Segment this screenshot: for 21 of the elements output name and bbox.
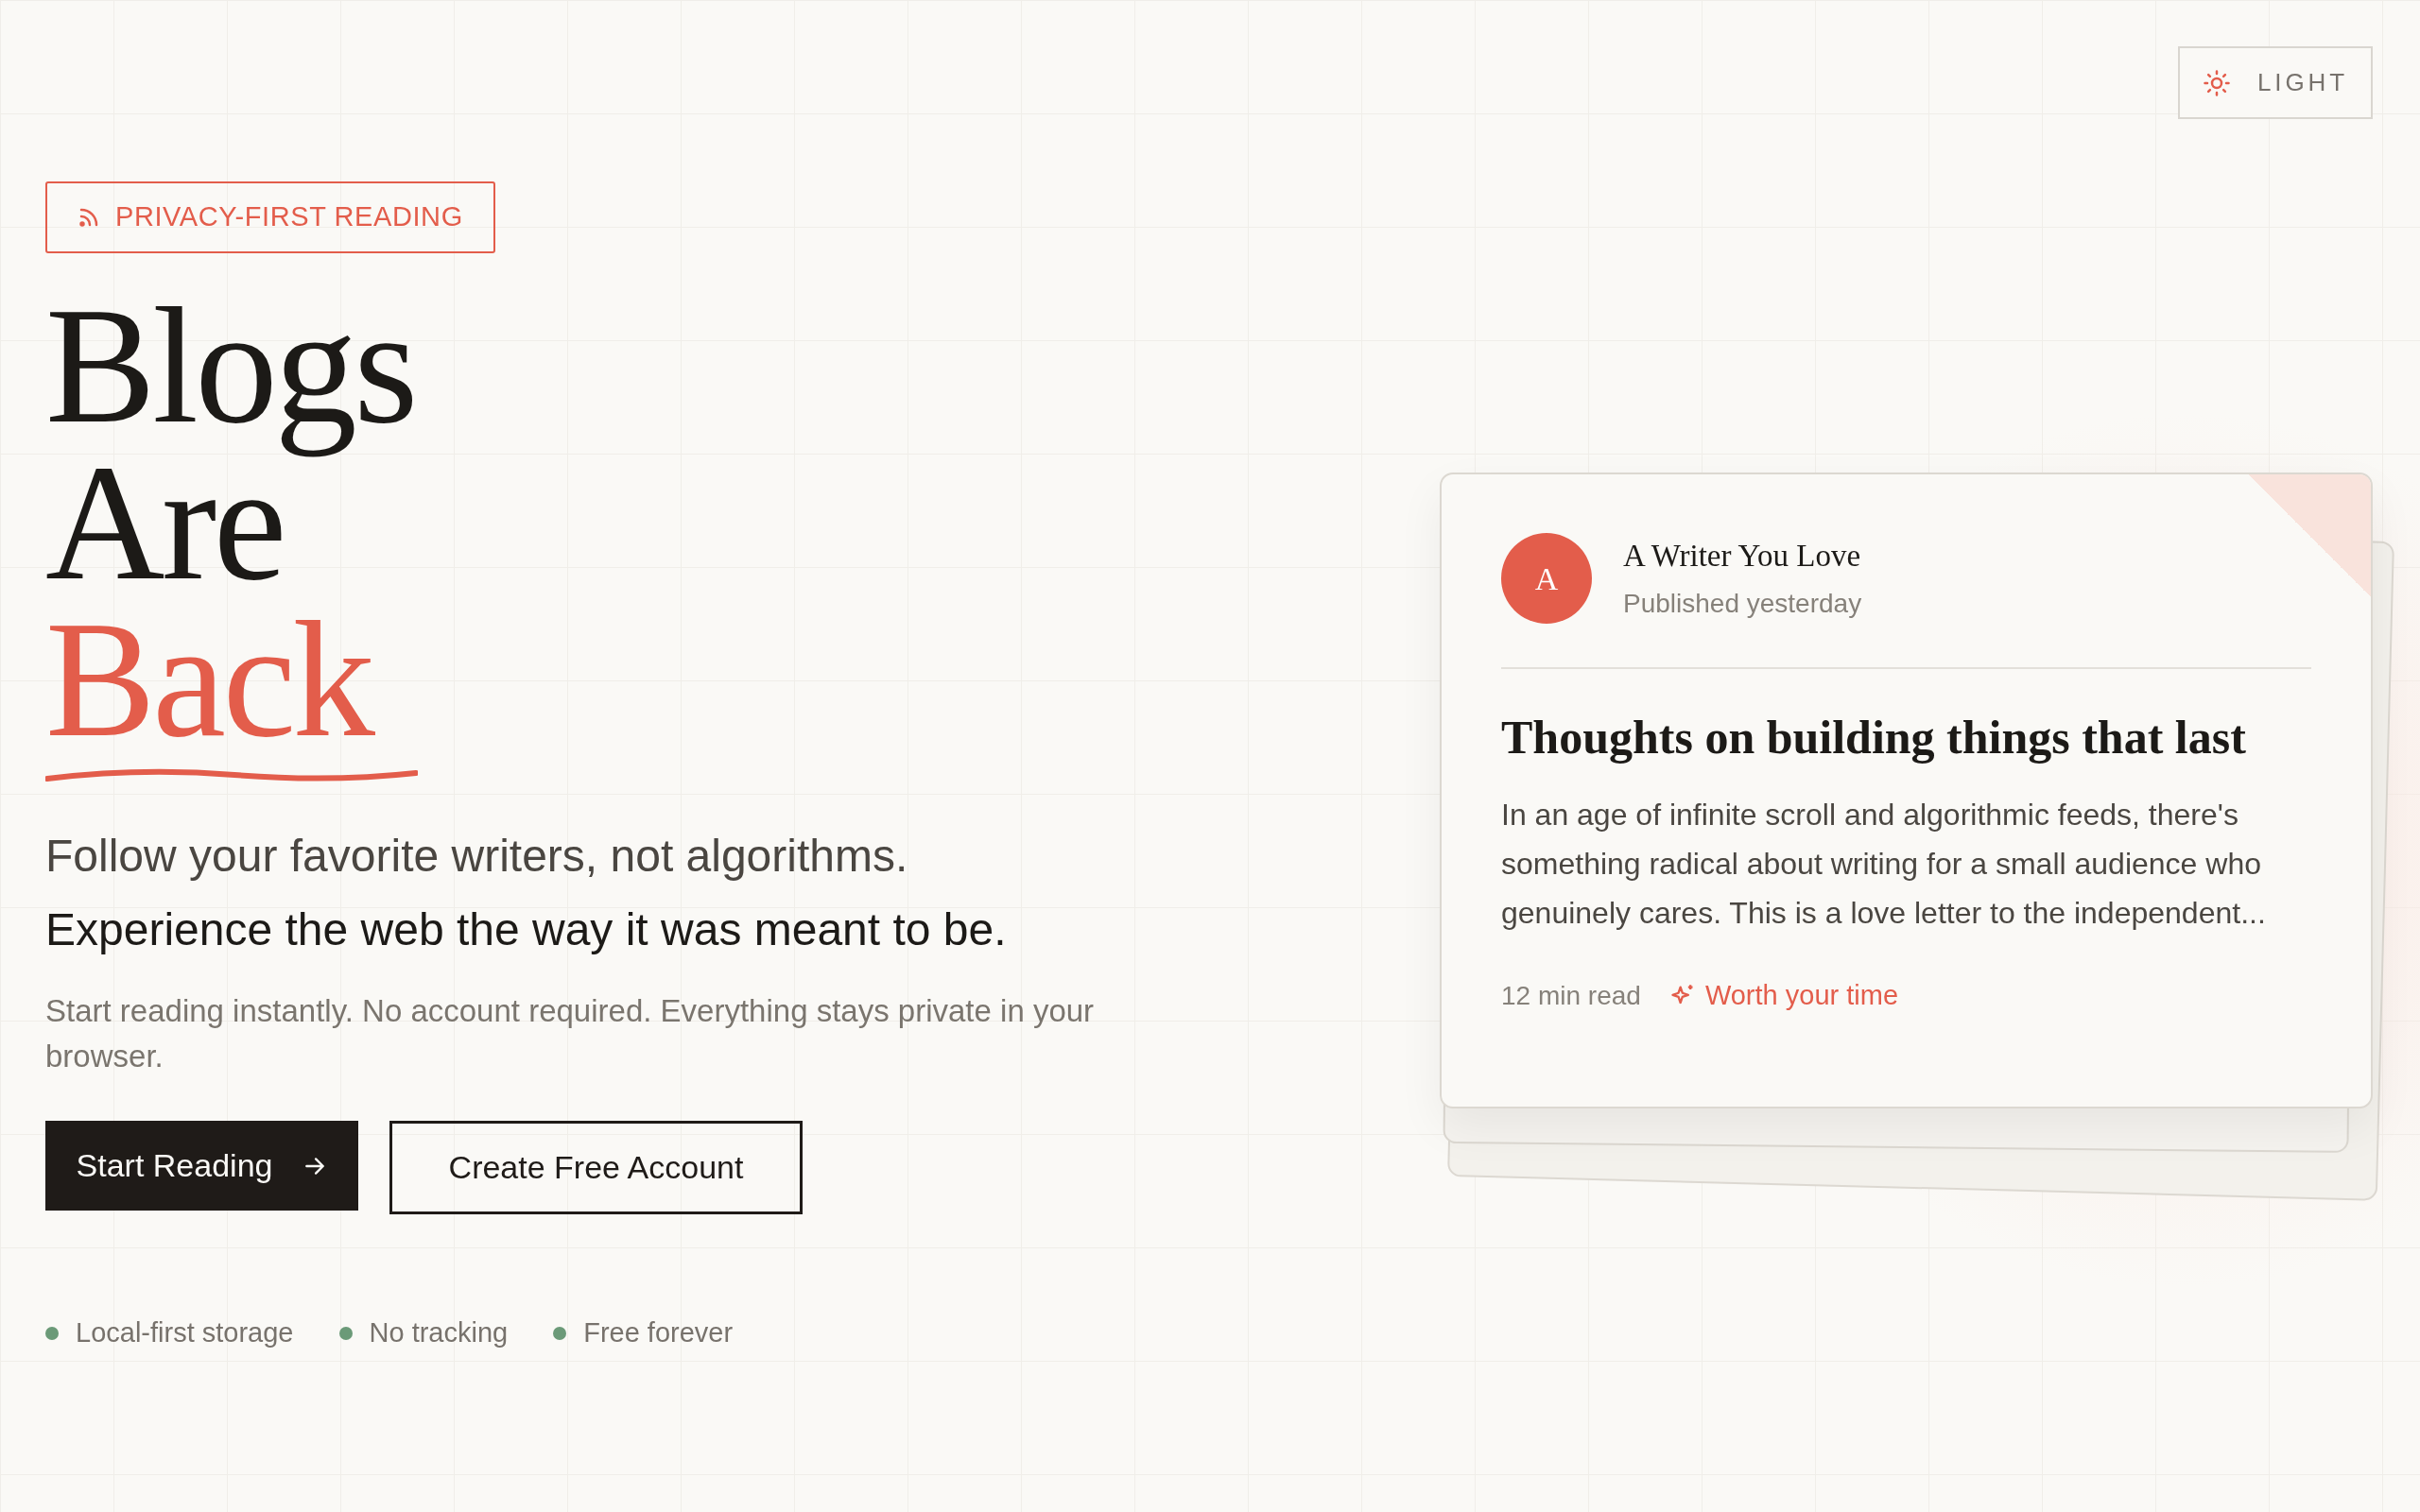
headline-text: Back (45, 588, 372, 771)
worth-time-label: Worth your time (1704, 979, 1898, 1012)
headline-text: Blogs (45, 274, 415, 457)
feature-label: Free forever (583, 1316, 734, 1349)
tagline-text: Follow your favorite writers, not algorithms. (45, 830, 908, 883)
post-excerpt: In an age of infinite scroll and algorithmic feeds, there's something radical about writing for a small audience who genuinely cares. This is a love letter to the independent... (1501, 797, 2267, 932)
start-reading-button[interactable]: Start Reading (45, 1121, 358, 1211)
rss-icon (78, 206, 100, 229)
read-time: 12 min read (1501, 979, 1641, 1012)
post-title: Thoughts on building things that last (1501, 710, 2247, 765)
feature-label: Local-first storage (76, 1316, 294, 1349)
theme-toggle-button[interactable]: LIGHT (2178, 46, 2373, 119)
author-name: A Writer You Love (1623, 538, 1862, 576)
badge: PRIVACY-FIRST READING (45, 181, 495, 253)
feature-label: No tracking (369, 1316, 509, 1349)
published-date: Published yesterday (1623, 587, 1862, 620)
avatar: A (1501, 533, 1592, 624)
create-account-button[interactable]: Create Free Account (389, 1121, 803, 1214)
tagline-text: Experience the web the way it was meant to be. (45, 903, 1007, 956)
sun-icon (2202, 68, 2231, 97)
description-text: Start reading instantly. No account required. Everything stays private in your browser. (45, 992, 1096, 1075)
